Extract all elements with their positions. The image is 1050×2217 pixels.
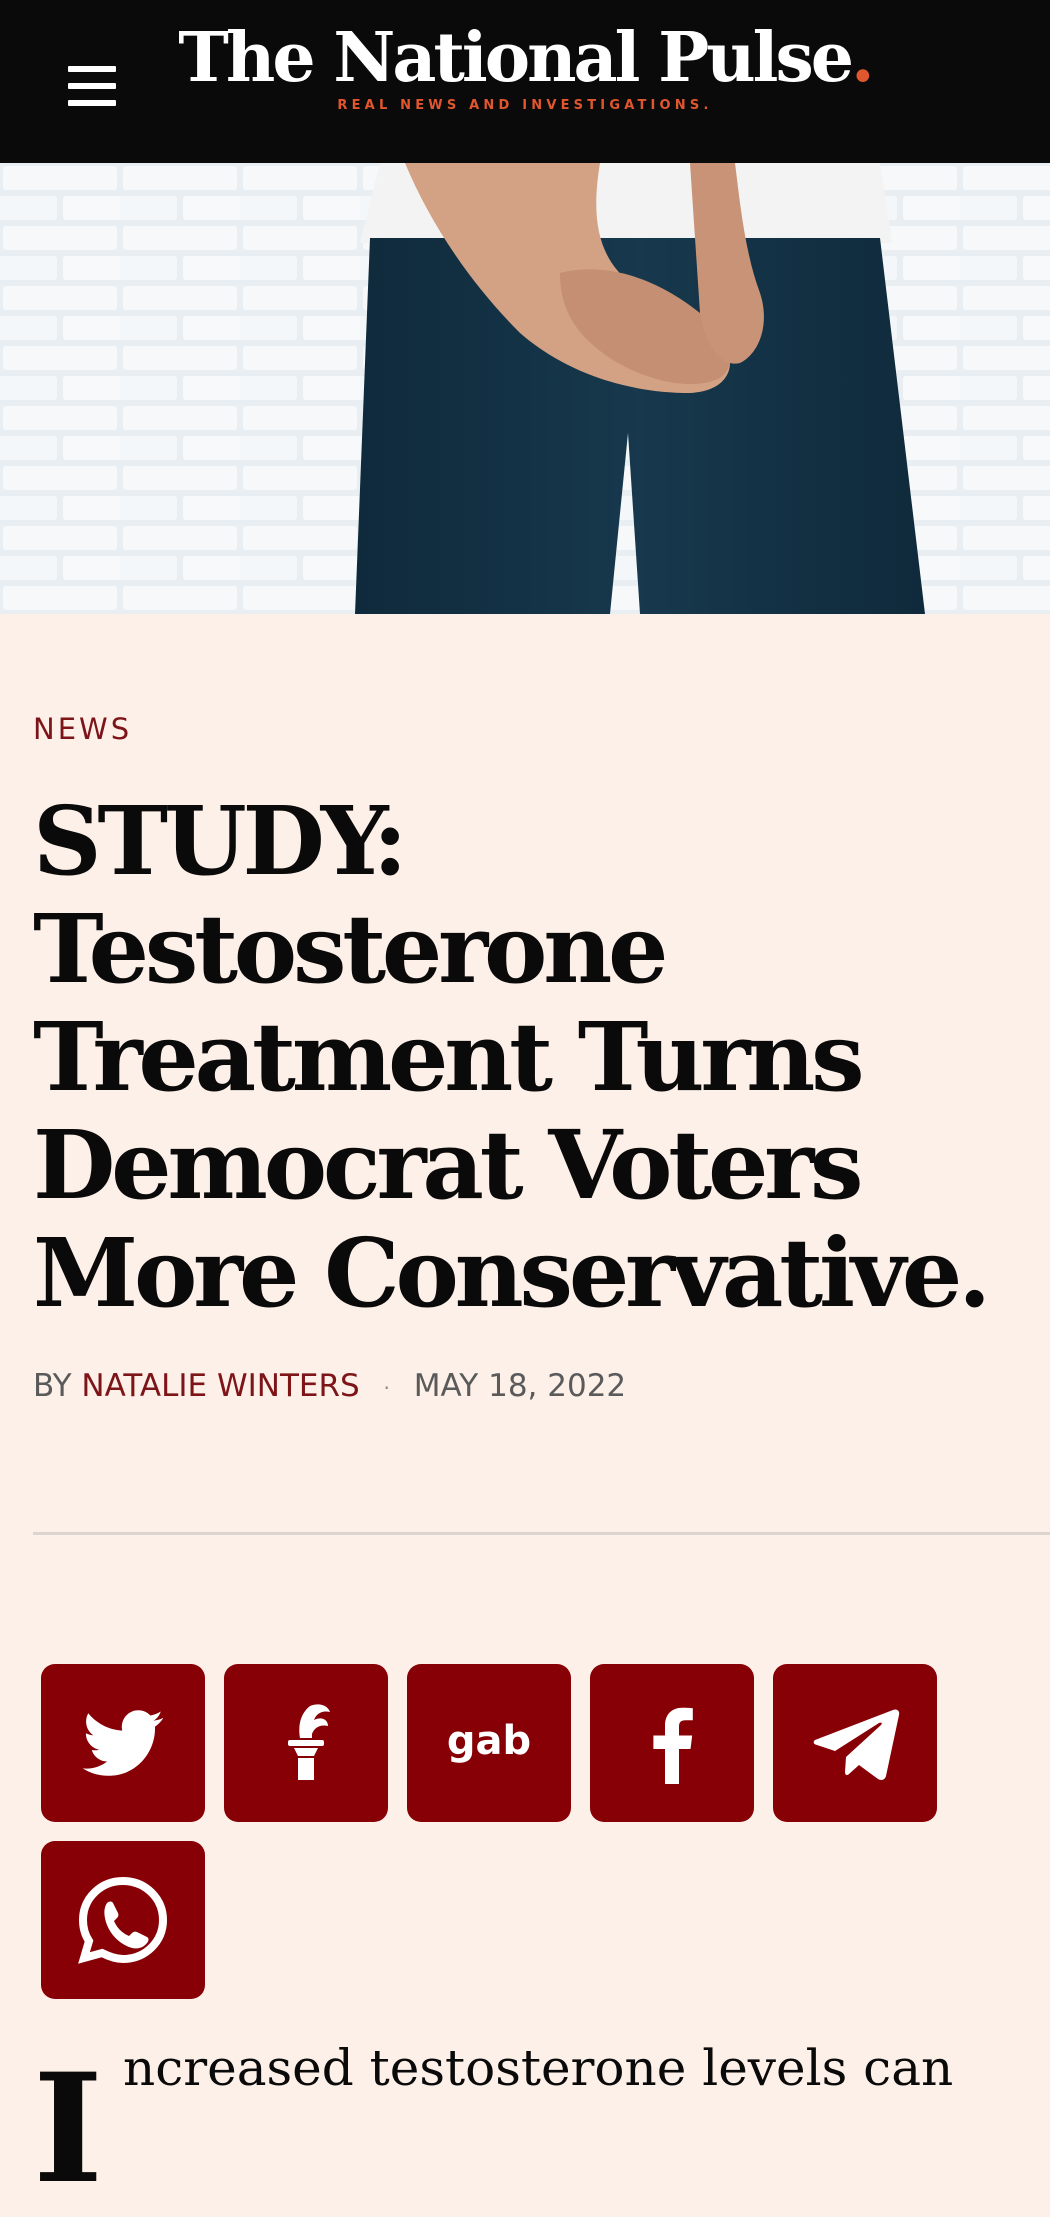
gab-icon: gab [447,1718,531,1764]
byline-separator: · [383,1375,390,1400]
facebook-icon [653,1707,693,1784]
site-logo[interactable]: The National Pulse. REAL NEWS AND INVEST… [0,18,1050,113]
byline: BY NATALIE WINTERS · MAY 18, 2022 [33,1368,626,1404]
divider [33,1532,1050,1535]
lead-paragraph: ncreased testosterone levels can [123,2039,954,2097]
logo-title: The National Pulse. [178,18,874,98]
telegram-icon [813,1709,900,1780]
author-link[interactable]: NATALIE WINTERS [81,1368,359,1404]
share-gab-button[interactable]: gab [407,1664,571,1822]
gettr-icon [288,1704,330,1780]
svg-text:gab: gab [447,1718,531,1764]
category-link[interactable]: NEWS [33,712,132,746]
share-telegram-button[interactable] [773,1664,937,1822]
publish-date: MAY 18, 2022 [413,1368,627,1404]
article-headline: STUDY: Testosterone Treatment Turns Demo… [33,786,991,1329]
byline-prefix: BY [33,1368,72,1404]
share-gettr-button[interactable] [224,1664,388,1822]
logo-tagline: REAL NEWS AND INVESTIGATIONS. [337,98,713,113]
share-facebook-button[interactable] [590,1664,754,1822]
hero-image [0,163,1050,614]
share-twitter-button[interactable] [41,1664,205,1822]
twitter-icon [82,1710,164,1776]
drop-cap: I [33,2041,104,2217]
share-whatsapp-button[interactable] [41,1841,205,1999]
whatsapp-icon [78,1876,168,1964]
site-header: The National Pulse. REAL NEWS AND INVEST… [0,0,1050,163]
